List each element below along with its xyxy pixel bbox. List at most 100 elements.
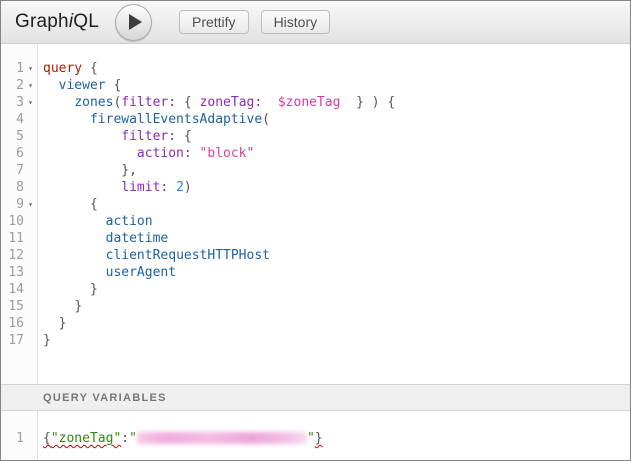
code-token: { (90, 197, 98, 212)
fold-spacer (24, 315, 37, 332)
line-number: 1 (1, 60, 24, 77)
code-token: { (176, 95, 199, 110)
variables-line[interactable]: {"zoneTag":""} (43, 430, 630, 447)
logo-text-graph: Graph (15, 11, 69, 32)
code-token: ( (262, 112, 270, 127)
line-number: 11 (1, 230, 24, 247)
code-line[interactable]: } (43, 298, 630, 315)
history-button[interactable]: History (261, 10, 331, 34)
code-token: limit: (121, 180, 168, 195)
code-token: "block" (200, 146, 255, 161)
gutter-row: 9▾ (1, 196, 37, 213)
line-number: 10 (1, 213, 24, 230)
code-token: { (176, 129, 192, 144)
line-number-gutter: 1▾2▾3▾456789▾1011121314151617 (1, 44, 38, 384)
fold-arrow-icon[interactable]: ▾ (24, 77, 37, 94)
code-token (43, 299, 74, 314)
code-line[interactable]: action (43, 213, 630, 230)
code-token: zoneTag: (200, 95, 263, 110)
execute-query-button[interactable] (115, 4, 152, 41)
code-line[interactable]: { (43, 196, 630, 213)
fold-arrow-icon[interactable]: ▾ (24, 60, 37, 77)
code-token: } (59, 316, 67, 331)
fold-spacer (24, 162, 37, 179)
code-line[interactable]: userAgent (43, 264, 630, 281)
code-line[interactable]: filter: { (43, 128, 630, 145)
fold-spacer (24, 145, 37, 162)
query-code[interactable]: query { viewer { zones(filter: { zoneTag… (38, 44, 630, 384)
line-number: 3 (1, 94, 24, 111)
gutter-row: 7 (1, 162, 37, 179)
code-line[interactable]: datetime (43, 230, 630, 247)
code-token: { (43, 431, 51, 446)
query-variables-header[interactable]: QUERY VARIABLES (1, 384, 630, 411)
line-number: 6 (1, 145, 24, 162)
code-token: 2 (176, 180, 184, 195)
code-line[interactable]: viewer { (43, 77, 630, 94)
code-line[interactable]: } (43, 315, 630, 332)
code-token: firewallEventsAdaptive (90, 112, 262, 127)
code-line[interactable]: zones(filter: { zoneTag: $zoneTag } ) { (43, 94, 630, 111)
gutter-row: 5 (1, 128, 37, 145)
code-token (43, 78, 59, 93)
gutter-row: 1▾ (1, 60, 37, 77)
variables-code[interactable]: {"zoneTag":""} (38, 411, 630, 460)
code-line[interactable]: } (43, 332, 630, 349)
code-line[interactable]: } (43, 281, 630, 298)
gutter-row: 14 (1, 281, 37, 298)
fold-arrow-icon[interactable]: ▾ (24, 196, 37, 213)
fold-spacer (24, 179, 37, 196)
code-token (43, 265, 106, 280)
line-number: 5 (1, 128, 24, 145)
code-line[interactable]: clientRequestHTTPHost (43, 247, 630, 264)
code-token (262, 95, 278, 110)
toolbar: GraphiQL Prettify History (1, 1, 630, 44)
code-token: clientRequestHTTPHost (106, 248, 270, 263)
gutter-row: 13 (1, 264, 37, 281)
code-token: } (90, 282, 98, 297)
code-token: } (43, 333, 51, 348)
fold-arrow-icon[interactable]: ▾ (24, 94, 37, 111)
code-token (43, 248, 106, 263)
code-token (43, 95, 74, 110)
code-line[interactable]: firewallEventsAdaptive( (43, 111, 630, 128)
gutter-row: 10 (1, 213, 37, 230)
line-number: 9 (1, 196, 24, 213)
line-number: 7 (1, 162, 24, 179)
gutter-row: 1 (1, 430, 37, 447)
fold-spacer (24, 213, 37, 230)
code-token (192, 146, 200, 161)
code-token (43, 214, 106, 229)
gutter-row: 17 (1, 332, 37, 349)
gutter-row: 16 (1, 315, 37, 332)
line-number: 1 (1, 430, 24, 447)
gutter-row: 4 (1, 111, 37, 128)
gutter-row: 12 (1, 247, 37, 264)
code-line[interactable]: action: "block" (43, 145, 630, 162)
fold-spacer (24, 264, 37, 281)
line-number: 8 (1, 179, 24, 196)
code-line[interactable]: }, (43, 162, 630, 179)
gutter-row: 3▾ (1, 94, 37, 111)
code-token: filter: (121, 129, 176, 144)
fold-spacer (24, 298, 37, 315)
graphiql-logo: GraphiQL (15, 11, 99, 33)
query-editor: 1▾2▾3▾456789▾1011121314151617 query { vi… (1, 44, 630, 384)
code-token (43, 231, 106, 246)
line-number: 16 (1, 315, 24, 332)
code-token: $zoneTag (278, 95, 341, 110)
code-token (43, 146, 137, 161)
gutter-row: 11 (1, 230, 37, 247)
query-variables-title: QUERY VARIABLES (43, 392, 167, 404)
prettify-button[interactable]: Prettify (179, 10, 249, 34)
line-number: 14 (1, 281, 24, 298)
code-line[interactable]: query { (43, 60, 630, 77)
line-number: 4 (1, 111, 24, 128)
code-token: { (106, 78, 122, 93)
code-line[interactable]: limit: 2) (43, 179, 630, 196)
code-token: "zoneTag" (51, 431, 121, 446)
fold-spacer (24, 247, 37, 264)
code-token: action (106, 214, 153, 229)
fold-spacer (24, 230, 37, 247)
code-token: userAgent (106, 265, 176, 280)
